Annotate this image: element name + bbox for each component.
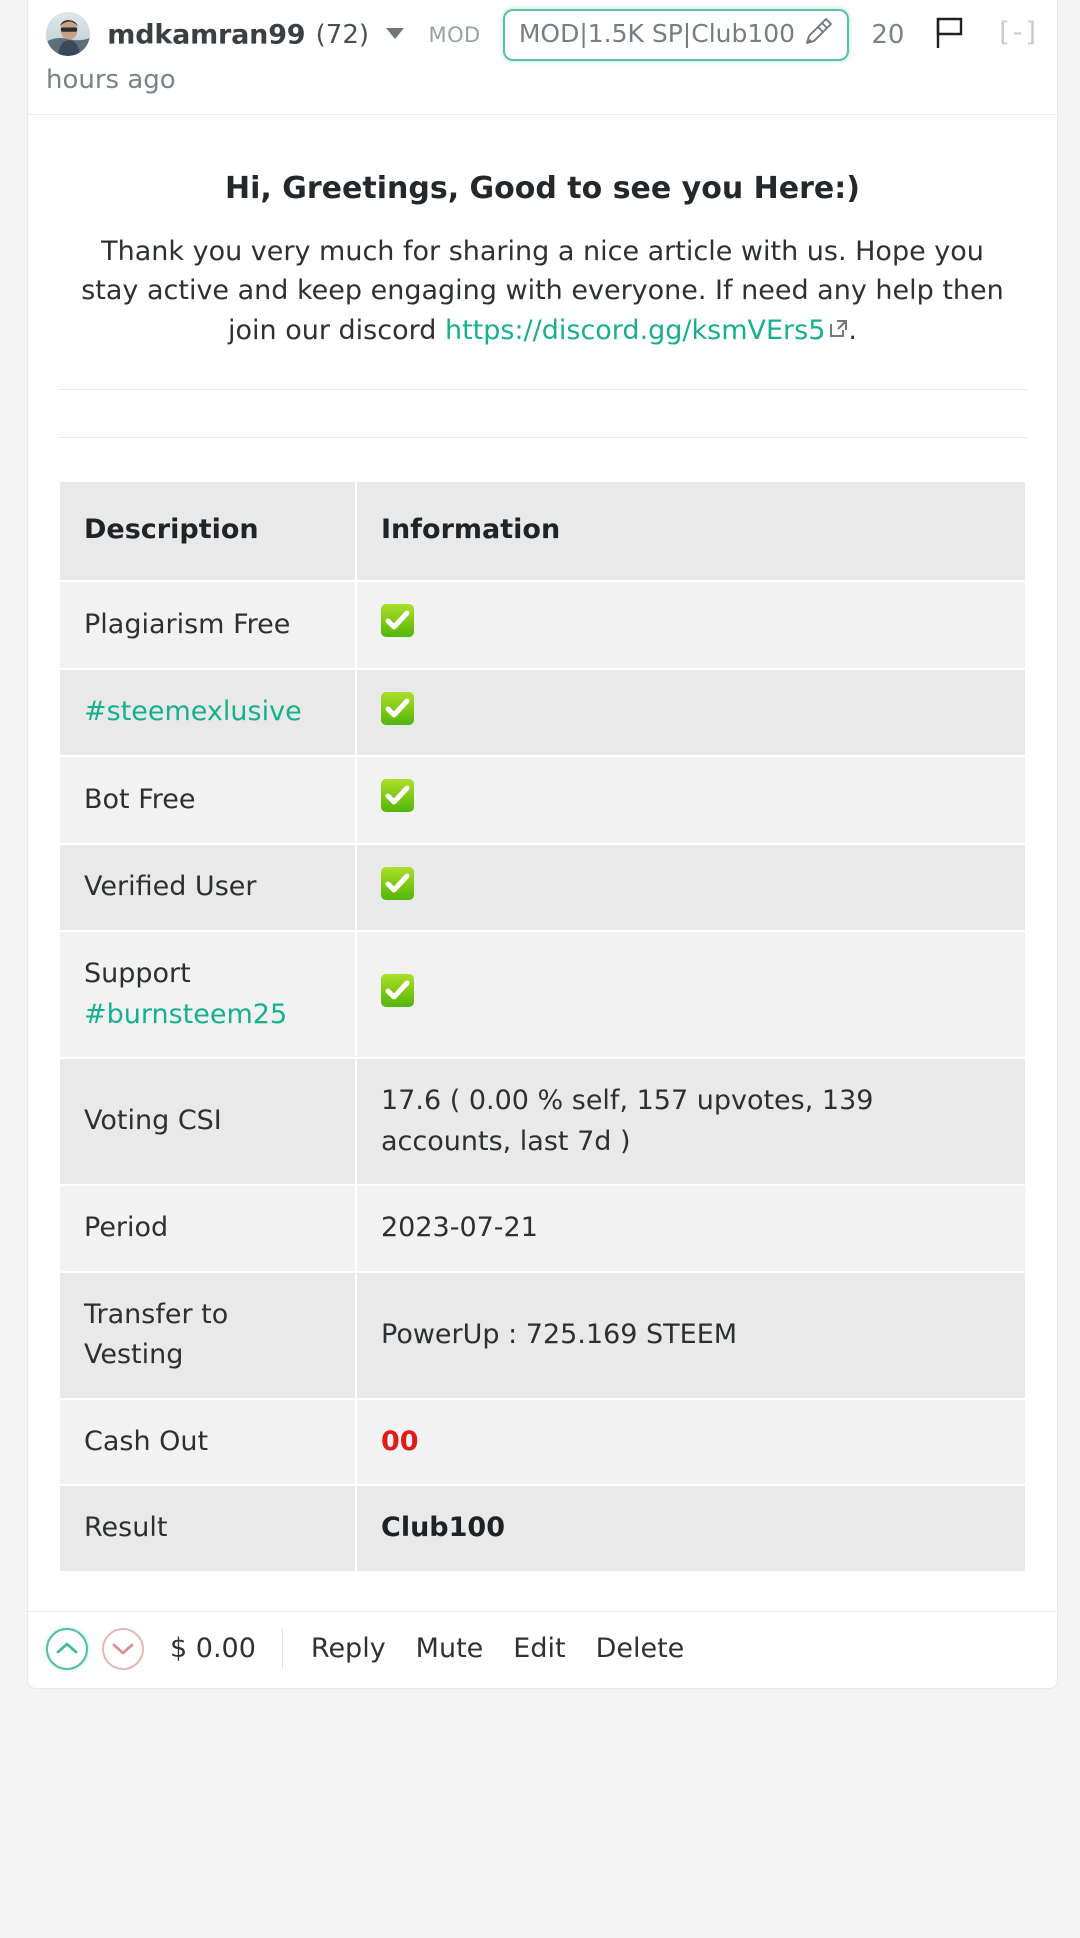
chevron-up-icon (56, 1642, 78, 1654)
comment-body: Hi, Greetings, Good to see you Here:) Th… (28, 115, 1057, 1573)
greeting-paragraph: Thank you very much for sharing a nice a… (70, 232, 1015, 351)
table-cell-information (357, 844, 1025, 931)
status-badge-label: MOD|1.5K SP|Club100 (518, 19, 796, 48)
description-label: Bot Free (84, 783, 196, 815)
reply-button[interactable]: Reply (311, 1633, 386, 1664)
edit-button[interactable]: Edit (513, 1633, 565, 1664)
external-link-icon (829, 319, 848, 338)
information-value: Club100 (381, 1512, 505, 1544)
description-label: Support (84, 958, 191, 990)
description-label: Plagiarism Free (84, 608, 291, 640)
info-table-body: Plagiarism Free #steemexlusive Bot Free Ver… (60, 582, 1025, 1571)
delete-button[interactable]: Delete (596, 1633, 685, 1664)
table-row: Cash Out 00 (60, 1399, 1025, 1485)
description-label[interactable]: #steemexlusive (84, 696, 302, 727)
description-label: Voting CSI (84, 1105, 222, 1137)
description-tag-link[interactable]: #burnsteem25 (84, 999, 287, 1030)
pencil-icon (803, 17, 833, 45)
table-row: Support #burnsteem25 (60, 932, 1025, 1058)
table-cell-information: 2023-07-21 (357, 1186, 1025, 1271)
table-row: Bot Free (60, 757, 1025, 843)
table-cell-information: Club100 (357, 1486, 1025, 1571)
check-mark-icon (381, 779, 414, 813)
description-label: Cash Out (84, 1425, 209, 1457)
flag-icon[interactable] (935, 16, 965, 50)
collapse-toggle[interactable]: [-] (999, 13, 1039, 54)
table-cell-description: #steemexlusive (60, 669, 355, 756)
table-cell-information (357, 582, 1025, 668)
table-row: Result Club100 (60, 1486, 1025, 1571)
table-cell-information (357, 669, 1025, 756)
check-mark-icon (381, 604, 414, 638)
description-label: Verified User (84, 871, 257, 903)
table-cell-description: Bot Free (60, 757, 355, 843)
table-row: Transfer to Vesting PowerUp : 725.169 STE… (60, 1272, 1025, 1398)
table-cell-information (357, 932, 1025, 1058)
author-reputation: (72) (315, 20, 370, 50)
check-mark-icon (381, 691, 414, 725)
payout-value: $ 0.00 (170, 1633, 256, 1665)
table-cell-information (357, 757, 1025, 843)
upvote-button[interactable] (46, 1627, 88, 1670)
divider-bottom (58, 436, 1027, 438)
table-row: #steemexlusive (60, 669, 1025, 756)
mod-label: MOD (428, 22, 481, 47)
table-row: Plagiarism Free (60, 582, 1025, 668)
check-mark-icon (381, 973, 414, 1007)
avatar[interactable] (46, 12, 90, 56)
table-cell-information: 17.6 ( 0.00 % self, 157 upvotes, 139 acc… (357, 1059, 1025, 1185)
table-cell-description: Period (60, 1186, 355, 1271)
table-row: Voting CSI 17.6 ( 0.00 % self, 157 upvote… (60, 1059, 1025, 1185)
table-cell-information: 00 (357, 1399, 1025, 1485)
table-cell-description: Result (60, 1486, 355, 1571)
comment-header-controls: [-] (935, 13, 1039, 54)
information-value: 2023-07-21 (381, 1212, 538, 1244)
table-cell-description: Plagiarism Free (60, 582, 355, 668)
check-mark-icon (381, 866, 414, 900)
info-table: Description Information Plagiarism Free #… (58, 480, 1027, 1573)
column-header-description: Description (60, 481, 355, 581)
description-label: Result (84, 1512, 168, 1544)
comment-card: [-] mdkamran99 (72) MOD MOD|1.5K SP|Club… (27, 0, 1058, 1689)
column-header-information: Information (357, 481, 1025, 581)
footer-divider (281, 1628, 283, 1669)
table-cell-description: Verified User (60, 844, 355, 931)
chevron-down-icon[interactable] (386, 28, 405, 39)
table-header-row: Description Information (60, 481, 1025, 581)
greeting-text-after: . (848, 314, 857, 346)
mute-button[interactable]: Mute (416, 1633, 484, 1664)
description-label: Transfer to Vesting (84, 1298, 229, 1371)
downvote-button[interactable] (102, 1627, 144, 1670)
description-label: Period (84, 1212, 169, 1244)
table-cell-description: Support #burnsteem25 (60, 932, 355, 1058)
information-value: 00 (381, 1425, 419, 1457)
divider-top (58, 388, 1027, 390)
chevron-down-icon (112, 1643, 134, 1655)
author-name[interactable]: mdkamran99 (107, 19, 305, 50)
information-value: 17.6 ( 0.00 % self, 157 upvotes, 139 acc… (381, 1085, 874, 1157)
greeting-title: Hi, Greetings, Good to see you Here:) (225, 170, 860, 206)
table-cell-description: Cash Out (60, 1399, 355, 1485)
status-badge[interactable]: MOD|1.5K SP|Club100 (502, 9, 850, 61)
discord-link[interactable]: https://discord.gg/ksmVErs5 (445, 315, 825, 346)
comment-footer: $ 0.00 Reply Mute Edit Delete (28, 1610, 1057, 1688)
table-cell-information: PowerUp : 725.169 STEEM (357, 1272, 1025, 1398)
table-cell-description: Transfer to Vesting (60, 1272, 355, 1398)
table-row: Period 2023-07-21 (60, 1186, 1025, 1271)
table-row: Verified User (60, 844, 1025, 931)
table-cell-description: Voting CSI (60, 1059, 355, 1185)
information-value: PowerUp : 725.169 STEEM (381, 1318, 738, 1350)
comment-header: [-] mdkamran99 (72) MOD MOD|1.5K SP|Club… (28, 0, 1057, 115)
